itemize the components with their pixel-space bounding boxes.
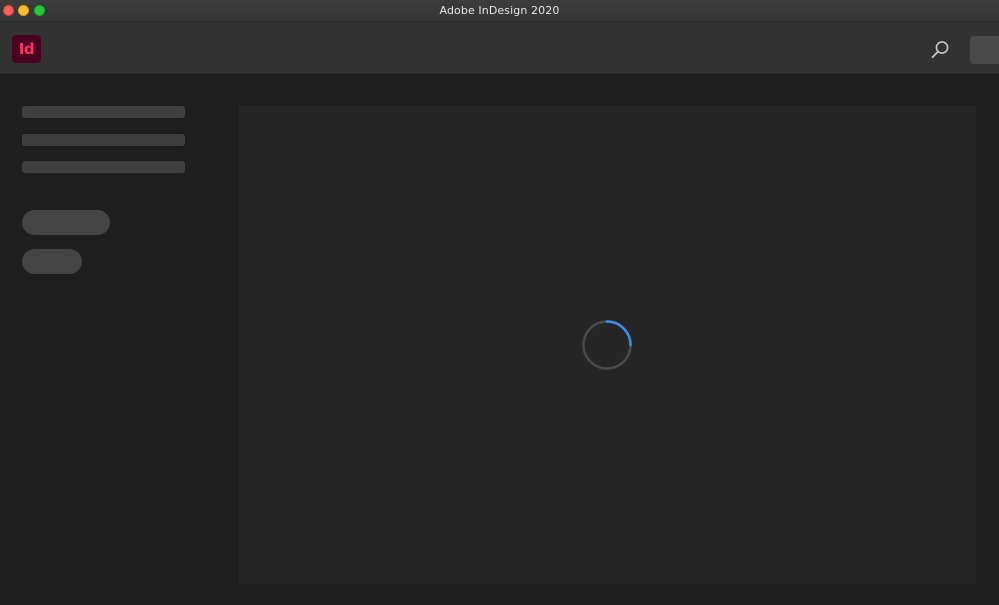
search-icon (931, 41, 949, 59)
search-button[interactable] (929, 39, 951, 61)
loading-spinner (582, 320, 632, 370)
title-bar: Adobe InDesign 2020 (0, 0, 999, 22)
window-title: Adobe InDesign 2020 (439, 4, 560, 17)
indesign-logo: Id (12, 35, 41, 63)
skeleton-button (22, 249, 82, 274)
skeleton-line (22, 134, 185, 146)
app-header: Id (0, 22, 999, 74)
main-content-panel (239, 106, 976, 584)
avatar[interactable] (970, 36, 999, 64)
loading-spinner-icon (582, 320, 632, 370)
sidebar-loading-placeholder (0, 74, 230, 605)
skeleton-line (22, 161, 185, 173)
skeleton-line (22, 106, 185, 118)
skeleton-button (22, 210, 110, 235)
app-window: Adobe InDesign 2020 Id (0, 0, 999, 605)
